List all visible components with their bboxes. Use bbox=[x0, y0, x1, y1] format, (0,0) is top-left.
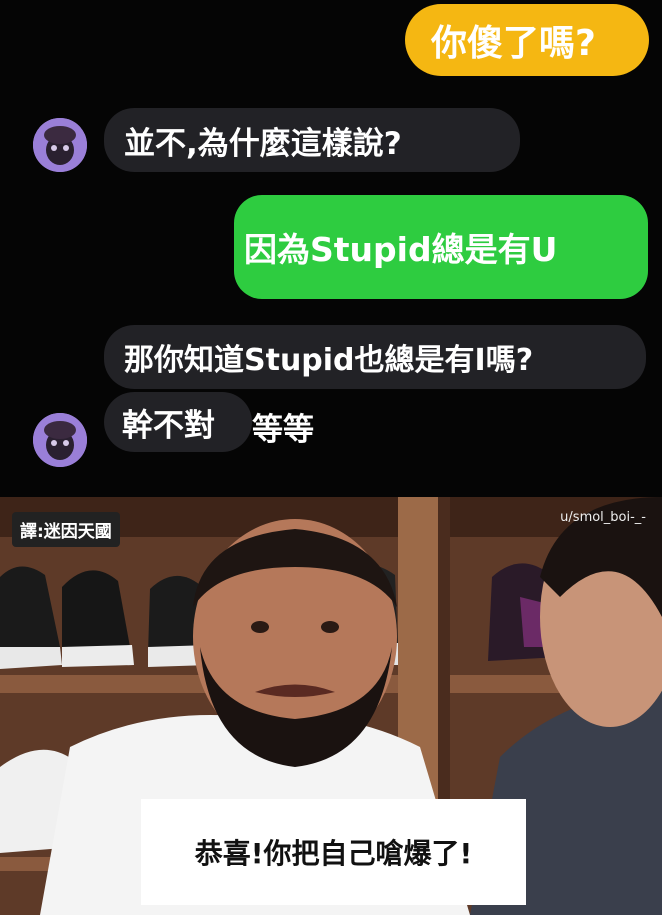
avatar bbox=[33, 413, 87, 467]
message-text: 並不,為什麼這樣說? bbox=[124, 125, 402, 162]
translator-tag: 譯:迷因天國 bbox=[12, 512, 120, 547]
message-bubble-sent-1: 你傻了嗎? bbox=[405, 4, 649, 76]
message-text: 因為Stupid總是有U bbox=[244, 230, 558, 269]
message-bubble-received-1: 並不,為什麼這樣說? bbox=[104, 108, 520, 172]
avatar bbox=[33, 118, 87, 172]
meme-caption-box: 恭喜!你把自己嗆爆了! bbox=[141, 799, 526, 905]
message-text-continuation: 等等 bbox=[252, 412, 314, 448]
meme-caption-text: 恭喜!你把自己嗆爆了! bbox=[194, 837, 473, 870]
avatar-face-icon bbox=[33, 118, 87, 172]
avatar-face-icon bbox=[33, 413, 87, 467]
message-bubble-received-3: 幹不對 bbox=[104, 392, 252, 452]
message-text: 幹不對 bbox=[122, 407, 215, 444]
message-text: 你傻了嗎? bbox=[431, 23, 596, 64]
message-bubble-received-2: 那你知道Stupid也總是有I嗎? bbox=[104, 325, 646, 389]
message-bubble-sent-2: 因為Stupid總是有U bbox=[234, 195, 648, 299]
credit-text: u/smol_boi-_- bbox=[560, 510, 646, 525]
chat-screenshot: 你傻了嗎? 並不,為什麼這樣說? 因為Stupid總是有U 那你知道Stupid… bbox=[0, 0, 662, 497]
message-text: 那你知道Stupid也總是有I嗎? bbox=[124, 343, 534, 378]
